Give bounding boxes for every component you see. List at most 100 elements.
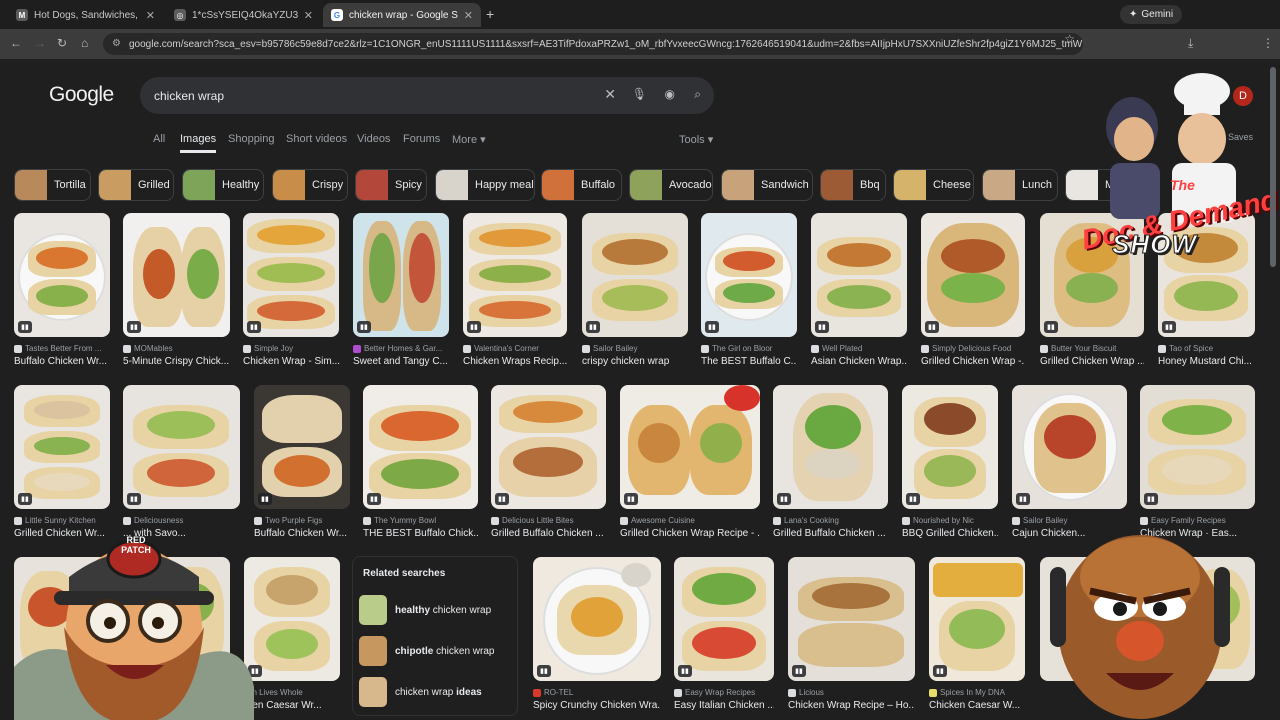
result-thumbnail[interactable]: ▮▮: [243, 213, 339, 337]
chip-happy-meal[interactable]: Happy meal: [435, 169, 535, 201]
menu-dots-icon[interactable]: ⋮: [1262, 36, 1274, 50]
tab-forums[interactable]: Forums: [403, 133, 440, 145]
result-thumbnail[interactable]: ▮▮: [811, 213, 907, 337]
result-thumbnail[interactable]: ▮▮: [363, 385, 478, 509]
result-caption[interactable]: Buffalo Chicken Wr...: [14, 356, 110, 367]
tab-short-videos[interactable]: Short videos: [286, 133, 347, 145]
result-source[interactable]: Valentina's Corner: [463, 344, 567, 353]
tab-shopping[interactable]: Shopping: [228, 133, 275, 145]
result-source[interactable]: Easy Wrap Recipes: [674, 688, 774, 697]
result-source[interactable]: Sailor Bailey: [582, 344, 688, 353]
result-caption[interactable]: Grilled Buffalo Chicken ...: [773, 528, 888, 539]
result-source[interactable]: Nourished by Nic: [902, 516, 998, 525]
result-thumbnail[interactable]: ▮▮: [674, 557, 774, 681]
result-thumbnail[interactable]: ▮▮: [14, 213, 110, 337]
tab-google-search[interactable]: G chicken wrap - Google Search ✕: [323, 3, 481, 27]
result-caption[interactable]: Grilled Buffalo Chicken ...: [491, 528, 606, 539]
result-source[interactable]: Well Plated: [811, 344, 907, 353]
result-thumbnail[interactable]: ▮▮: [620, 385, 760, 509]
result-caption[interactable]: Honey Mustard Chi...: [1158, 356, 1255, 367]
gemini-button[interactable]: ✦ Gemini: [1120, 5, 1183, 24]
result-source[interactable]: The Girl on Bloor: [701, 344, 797, 353]
result-thumbnail[interactable]: ▮▮: [1012, 385, 1127, 509]
result-caption[interactable]: Chicken Wraps Recip...: [463, 356, 567, 367]
chip-bbq[interactable]: Bbq: [820, 169, 886, 201]
chip-sandwich[interactable]: Sandwich: [721, 169, 813, 201]
voice-search-icon[interactable]: 🎙: [632, 87, 647, 101]
result-source[interactable]: ...in Lives Whole: [244, 688, 340, 697]
lens-search-icon[interactable]: ◉: [665, 87, 675, 101]
google-logo[interactable]: Google: [49, 83, 114, 107]
result-source[interactable]: Simply Delicious Food: [921, 344, 1025, 353]
result-caption[interactable]: ...en Caesar Wr...: [244, 700, 340, 711]
close-tab-icon[interactable]: ✕: [304, 9, 313, 22]
result-thumbnail[interactable]: ▮▮: [353, 213, 449, 337]
tools-button[interactable]: Tools ▾: [679, 133, 713, 146]
result-source[interactable]: Licious: [788, 688, 915, 697]
chip-spicy[interactable]: Spicy: [355, 169, 427, 201]
tab-all[interactable]: All: [153, 133, 165, 145]
result-source[interactable]: Tastes Better From ...: [14, 344, 110, 353]
chip-cheese[interactable]: Cheese: [893, 169, 974, 201]
result-source[interactable]: Lana's Cooking: [773, 516, 888, 525]
forward-icon[interactable]: →: [34, 36, 46, 50]
back-icon[interactable]: ←: [10, 36, 22, 50]
result-source[interactable]: Tao of Spice: [1158, 344, 1255, 353]
result-caption[interactable]: Chicken Caesar W...: [929, 700, 1025, 711]
chip-buffalo[interactable]: Buffalo: [541, 169, 622, 201]
result-thumbnail[interactable]: ▮▮: [773, 385, 888, 509]
result-thumbnail[interactable]: ▮▮: [491, 385, 606, 509]
result-source[interactable]: Delicious Little Bites: [491, 516, 606, 525]
clear-icon[interactable]: ✕: [604, 86, 616, 103]
downloads-icon[interactable]: ⤓: [1188, 36, 1193, 51]
result-source[interactable]: The Yummy Bowl: [363, 516, 478, 525]
close-tab-icon[interactable]: ✕: [146, 9, 155, 22]
search-box[interactable]: chicken wrap ✕ 🎙 ◉ ⌕: [140, 77, 714, 114]
result-thumbnail[interactable]: ▮▮: [14, 385, 110, 509]
close-tab-icon[interactable]: ✕: [464, 9, 473, 22]
result-caption[interactable]: Grilled Chicken Wrap ...: [1040, 356, 1144, 367]
result-source[interactable]: Simple Joy: [243, 344, 339, 353]
chip-healthy[interactable]: Healthy: [182, 169, 264, 201]
tab-more[interactable]: More ▾: [452, 133, 486, 146]
result-thumbnail[interactable]: ▮▮: [701, 213, 797, 337]
tab-image[interactable]: ◎ 1*cSsYSEIQ4OkaYZU3lDcVLQ.jp ✕: [166, 3, 321, 27]
result-caption[interactable]: Easy Italian Chicken ...: [674, 700, 774, 711]
bookmark-star-icon[interactable]: ☆: [1064, 32, 1075, 46]
result-thumbnail[interactable]: ▮▮: [921, 213, 1025, 337]
result-thumbnail[interactable]: ▮▮: [533, 557, 661, 681]
result-caption[interactable]: Sweet and Tangy C...: [353, 356, 453, 367]
result-thumbnail[interactable]: ▮▮: [244, 557, 340, 681]
result-caption[interactable]: Asian Chicken Wrap...: [811, 356, 907, 367]
result-thumbnail[interactable]: ▮▮: [123, 385, 240, 509]
search-input[interactable]: chicken wrap: [154, 89, 224, 103]
page-scrollbar[interactable]: [1270, 67, 1276, 267]
search-icon[interactable]: ⌕: [694, 87, 701, 102]
related-search-chipotle[interactable]: chipotle chicken wrap: [359, 634, 513, 668]
result-thumbnail[interactable]: ▮▮: [123, 213, 230, 337]
result-thumbnail[interactable]: ▮▮: [788, 557, 915, 681]
result-thumbnail[interactable]: ▮▮: [902, 385, 998, 509]
tab-hot-dogs[interactable]: M Hot Dogs, Sandwiches, Metaph ✕: [8, 3, 163, 27]
result-caption[interactable]: Grilled Chicken Wrap -...: [921, 356, 1025, 367]
result-caption[interactable]: Chicken Wrap Recipe – Ho...: [788, 700, 915, 711]
result-caption[interactable]: Chicken Wrap - Sim...: [243, 356, 343, 367]
result-source[interactable]: Butter Your Biscuit: [1040, 344, 1144, 353]
result-thumbnail[interactable]: ▮▮: [582, 213, 688, 337]
result-caption[interactable]: The BEST Buffalo C...: [701, 356, 797, 367]
result-source[interactable]: Better Homes & Gar...: [353, 344, 449, 353]
new-tab-icon[interactable]: +: [486, 6, 494, 22]
result-source[interactable]: Two Purple Figs: [254, 516, 350, 525]
chip-crispy[interactable]: Crispy: [272, 169, 348, 201]
tab-videos[interactable]: Videos: [357, 133, 390, 145]
result-source[interactable]: Spices In My DNA: [929, 688, 1025, 697]
result-thumbnail[interactable]: ▮▮: [463, 213, 567, 337]
result-source[interactable]: MOMables: [123, 344, 230, 353]
result-caption[interactable]: BBQ Grilled Chicken...: [902, 528, 998, 539]
chip-grilled[interactable]: Grilled: [98, 169, 174, 201]
result-caption[interactable]: Grilled Chicken Wrap Recipe - ...: [620, 528, 760, 539]
related-search-healthy[interactable]: healthy chicken wrap: [359, 593, 513, 627]
home-icon[interactable]: ⌂: [81, 36, 88, 50]
site-info-icon[interactable]: ⚙: [112, 38, 121, 49]
tab-images[interactable]: Images: [180, 133, 217, 153]
